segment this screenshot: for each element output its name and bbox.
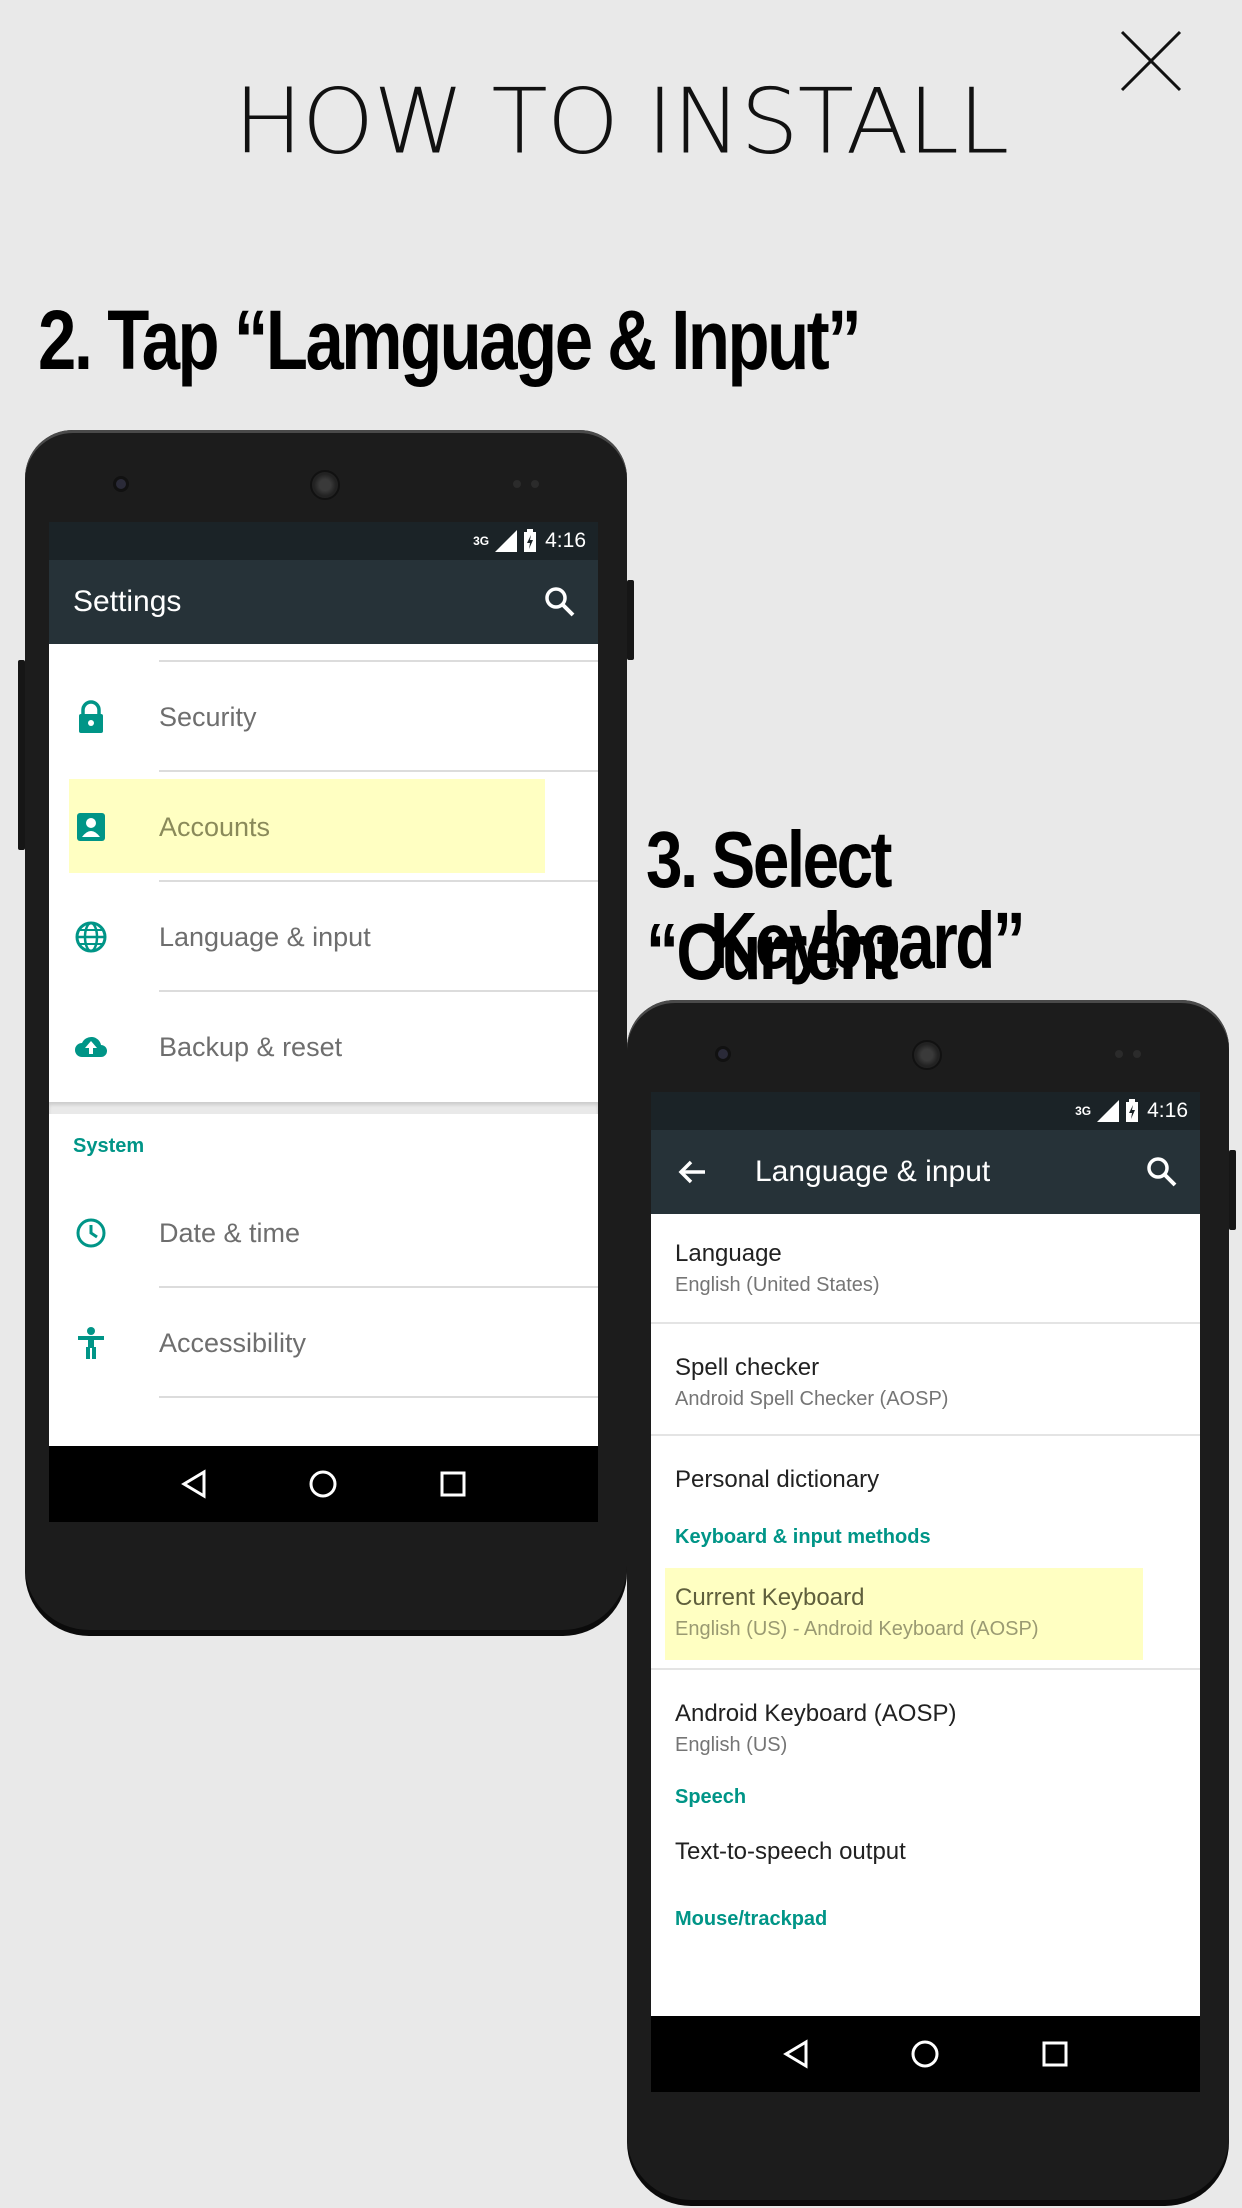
item-subtitle: English (US) - Android Keyboard (AOSP) bbox=[675, 1618, 1039, 1640]
item-title: Personal dictionary bbox=[675, 1466, 880, 1493]
section-header-system: System bbox=[73, 1134, 145, 1157]
back-nav-icon[interactable] bbox=[178, 1468, 210, 1500]
home-nav-icon[interactable] bbox=[909, 2038, 941, 2070]
settings-item-label: Language & input bbox=[159, 921, 371, 952]
item-title: Text-to-speech output bbox=[675, 1838, 906, 1865]
signal-icon bbox=[1097, 1100, 1120, 1122]
settings-item-language-input[interactable]: Language & input bbox=[49, 882, 598, 992]
section-header-keyboard: Keyboard & input methods bbox=[675, 1526, 931, 1548]
list-item-text-to-speech[interactable]: Text-to-speech output bbox=[651, 1826, 1200, 1908]
account-icon bbox=[77, 813, 105, 841]
highlight bbox=[665, 1568, 1143, 1660]
sensor bbox=[1115, 1050, 1123, 1058]
nav-bar bbox=[651, 2016, 1200, 2092]
divider bbox=[159, 1396, 598, 1398]
settings-item-accessibility[interactable]: Accessibility bbox=[49, 1288, 598, 1398]
step-3-heading-line2: Keyboard” bbox=[710, 896, 1026, 985]
page-title: HOW TO INSTALL bbox=[233, 69, 1010, 174]
app-bar: Language & input bbox=[651, 1130, 1200, 1214]
home-nav-icon[interactable] bbox=[307, 1468, 339, 1500]
close-icon bbox=[1120, 30, 1182, 92]
status-time: 4:16 bbox=[545, 529, 586, 552]
globe-icon bbox=[75, 921, 107, 953]
nav-bar bbox=[49, 1446, 598, 1522]
settings-item-label: Backup & reset bbox=[159, 1031, 343, 1062]
signal-icon bbox=[495, 530, 518, 552]
item-subtitle: English (United States) bbox=[675, 1274, 880, 1296]
section-header-mouse: Mouse/trackpad bbox=[675, 1908, 828, 1930]
battery-icon bbox=[524, 529, 537, 552]
volume-button bbox=[1229, 1150, 1236, 1230]
item-title: Language bbox=[675, 1240, 782, 1267]
settings-item-label: Date & time bbox=[159, 1217, 301, 1248]
list-item-spell-checker[interactable]: Spell checker Android Spell Checker (AOS… bbox=[651, 1324, 1200, 1436]
phone-language-input: 3G 4:16 Language & input Language Englis… bbox=[627, 1000, 1236, 2200]
item-subtitle: English (US) bbox=[675, 1734, 788, 1756]
earpiece-speaker bbox=[912, 1040, 942, 1070]
status-bar: 3G 4:16 bbox=[651, 1092, 1200, 1130]
recents-nav-icon[interactable] bbox=[437, 1468, 469, 1500]
section-gap bbox=[49, 1102, 598, 1114]
settings-item-label: Security bbox=[159, 701, 257, 732]
settings-item-security[interactable]: Security bbox=[49, 662, 598, 772]
clock-icon bbox=[76, 1218, 106, 1248]
list-item-current-keyboard[interactable]: Current Keyboard English (US) - Android … bbox=[651, 1558, 1200, 1670]
list-item-personal-dictionary[interactable]: Personal dictionary bbox=[651, 1436, 1200, 1518]
language-input-screen: 3G 4:16 Language & input Language Englis… bbox=[651, 1092, 1200, 2092]
sensor bbox=[531, 480, 539, 488]
settings-screen: 3G 4:16 Settings Security Accounts Langu… bbox=[49, 522, 598, 1522]
app-bar: Settings bbox=[49, 560, 598, 644]
item-title: Android Keyboard (AOSP) bbox=[675, 1700, 957, 1727]
recents-nav-icon[interactable] bbox=[1039, 2038, 1071, 2070]
cloud-upload-icon bbox=[75, 1036, 107, 1057]
front-camera bbox=[113, 476, 129, 492]
sensor bbox=[513, 480, 521, 488]
search-icon[interactable] bbox=[1144, 1154, 1180, 1190]
appbar-title: Language & input bbox=[755, 1155, 991, 1188]
close-button[interactable] bbox=[1118, 28, 1184, 94]
list-item-android-keyboard[interactable]: Android Keyboard (AOSP) English (US) bbox=[651, 1670, 1200, 1786]
back-nav-icon[interactable] bbox=[780, 2038, 812, 2070]
status-time: 4:16 bbox=[1147, 1099, 1188, 1122]
earpiece-speaker bbox=[310, 470, 340, 500]
item-subtitle: Android Spell Checker (AOSP) bbox=[675, 1388, 949, 1410]
phone-settings: 3G 4:16 Settings Security Accounts Langu… bbox=[18, 430, 634, 1630]
status-bar: 3G 4:16 bbox=[49, 522, 598, 560]
side-button bbox=[18, 660, 25, 850]
network-label: 3G bbox=[1075, 1104, 1092, 1118]
back-arrow-icon[interactable] bbox=[675, 1154, 711, 1190]
settings-item-accounts[interactable]: Accounts bbox=[49, 772, 598, 882]
section-header-speech: Speech bbox=[675, 1786, 747, 1808]
settings-item-label: Accounts bbox=[159, 811, 271, 842]
network-label: 3G bbox=[473, 534, 490, 548]
item-title: Spell checker bbox=[675, 1354, 820, 1381]
appbar-title: Settings bbox=[73, 585, 182, 618]
search-icon[interactable] bbox=[542, 584, 578, 620]
item-title: Current Keyboard bbox=[675, 1584, 865, 1611]
settings-item-date-time[interactable]: Date & time bbox=[49, 1178, 598, 1288]
list-item-language[interactable]: Language English (United States) bbox=[651, 1214, 1200, 1324]
settings-item-label: Accessibility bbox=[159, 1327, 307, 1358]
highlight bbox=[69, 779, 545, 873]
step-2-heading: 2. Tap “Lamguage & Input” bbox=[38, 293, 862, 387]
front-camera bbox=[715, 1046, 731, 1062]
lock-icon bbox=[79, 700, 103, 733]
settings-item-backup-reset[interactable]: Backup & reset bbox=[49, 992, 598, 1102]
sensor bbox=[1133, 1050, 1141, 1058]
battery-icon bbox=[1126, 1099, 1139, 1122]
volume-button bbox=[627, 580, 634, 660]
accessibility-icon bbox=[78, 1327, 104, 1359]
